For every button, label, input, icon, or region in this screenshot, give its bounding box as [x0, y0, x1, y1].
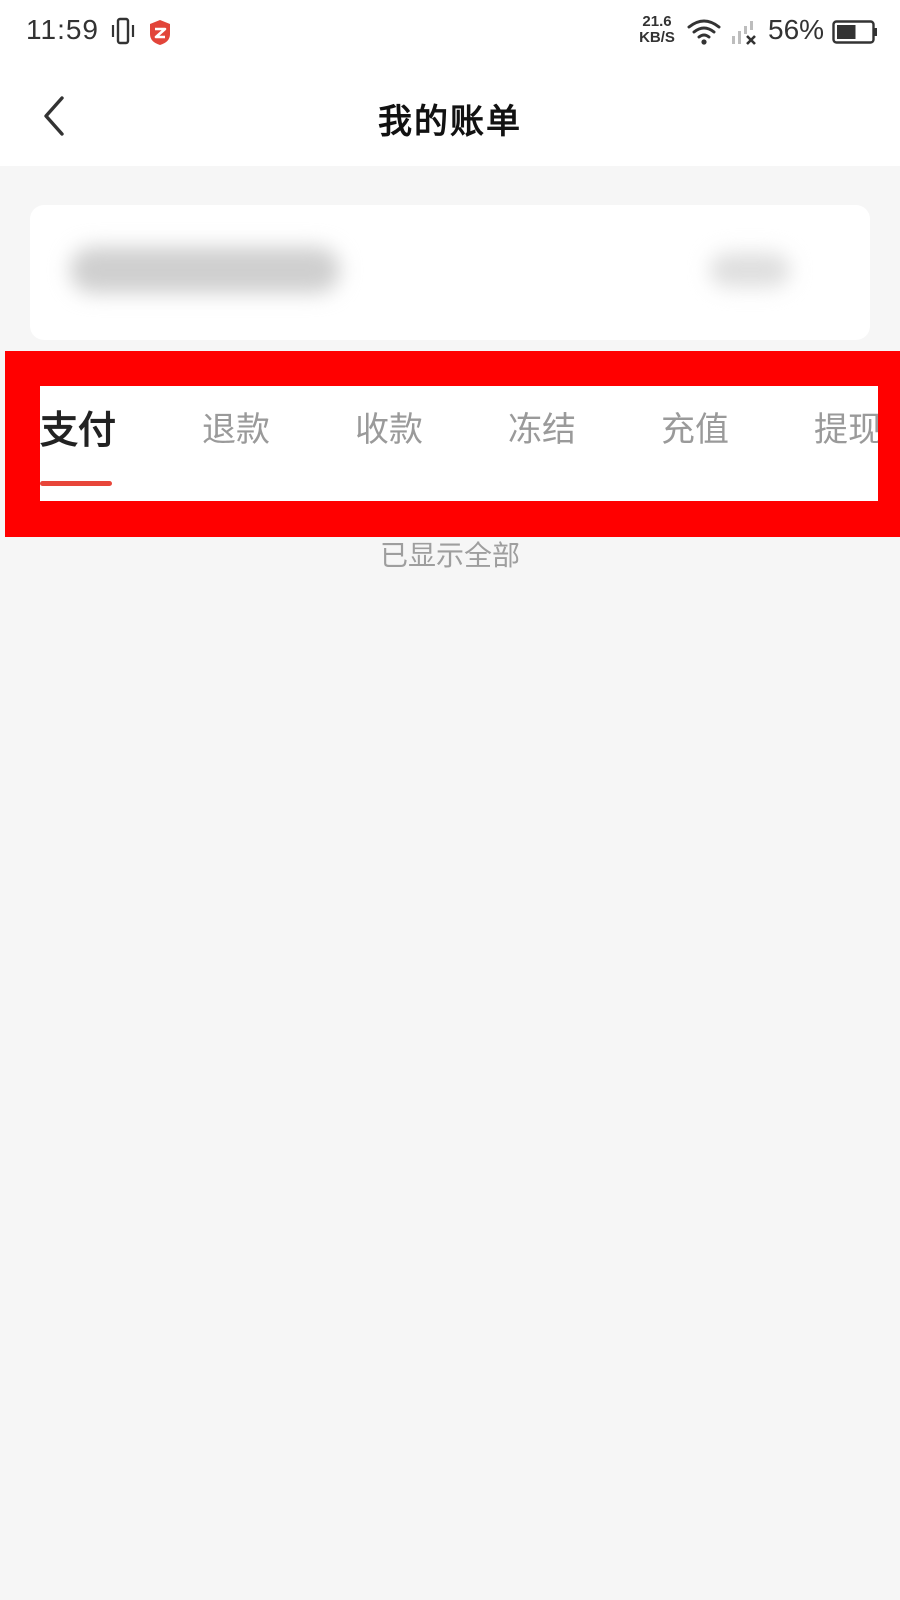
active-tab-indicator — [40, 481, 112, 486]
vibrate-icon — [111, 17, 135, 45]
network-speed: 21.6 KB/S — [636, 14, 678, 46]
status-time: 11:59 — [26, 14, 99, 45]
tab-payment[interactable]: 支付 — [40, 399, 116, 454]
tab-refund[interactable]: 退款 — [202, 402, 270, 451]
account-summary-card[interactable] — [30, 205, 870, 340]
page-title: 我的账单 — [378, 102, 522, 142]
tab-collection[interactable]: 收款 — [355, 402, 423, 451]
signal-icon — [732, 21, 756, 45]
battery-percent: 56% — [768, 14, 825, 45]
header: 我的账单 — [0, 66, 900, 166]
status-bar: 11:59 21.6 KB/S 56% — [0, 0, 900, 66]
wifi-icon — [687, 19, 721, 45]
bill-type-tabs: 支付 退款 收款 冻结 充值 提现 — [40, 386, 878, 501]
tab-withdraw[interactable]: 提现 — [814, 402, 878, 451]
tab-recharge[interactable]: 充值 — [661, 402, 729, 451]
network-speed-unit: KB/S — [639, 29, 675, 46]
blurred-account-action — [710, 253, 790, 287]
list-end-text: 已显示全部 — [379, 539, 520, 572]
tab-frozen[interactable]: 冻结 — [508, 402, 576, 451]
blurred-account-info — [70, 247, 340, 293]
battery-icon — [832, 20, 877, 44]
battery-fill — [837, 25, 856, 39]
network-speed-value: 21.6 — [642, 13, 672, 30]
app-badge-icon — [150, 20, 170, 45]
